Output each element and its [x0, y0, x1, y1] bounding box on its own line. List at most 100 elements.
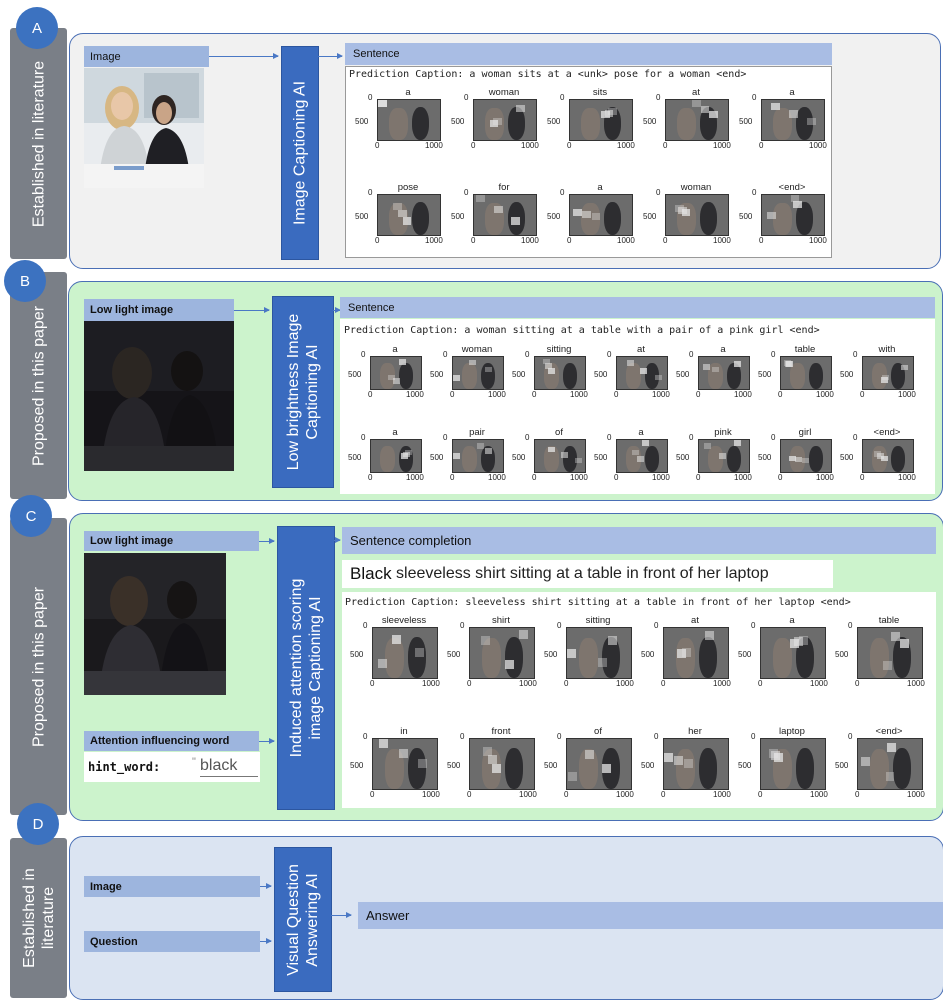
axis-tick-y0: 0	[525, 433, 530, 442]
axis-tick-x1000: 1000	[652, 390, 670, 399]
attention-cell: woman 0 500 0 1000	[430, 344, 510, 402]
ai-label-d-line1: Visual Question	[285, 863, 302, 976]
attention-map-thumbnail	[665, 194, 729, 236]
axis-tick-x0: 0	[375, 236, 380, 245]
attention-word: of	[594, 726, 602, 737]
axis-tick-y500: 500	[430, 453, 444, 463]
arrow-c3	[334, 537, 341, 543]
attention-map-thumbnail	[566, 738, 632, 790]
axis-tick-x0: 0	[696, 390, 701, 399]
attention-word: shirt	[492, 615, 510, 626]
axis-tick-x0: 0	[532, 473, 537, 482]
sidebar-section-c: Proposed in this paper	[10, 518, 67, 815]
attention-word: of	[555, 427, 563, 438]
ai-label-b-line2: Captioning AI	[304, 344, 321, 440]
sentence-completion-box: Black sleeveless shirt sitting at a tabl…	[342, 560, 833, 588]
axis-tick-x1000: 1000	[425, 141, 443, 150]
input-photo-a	[84, 68, 204, 188]
ai-label-c-line2: image Captioning AI	[307, 596, 324, 740]
axis-tick-x0: 0	[758, 679, 763, 688]
axis-tick-x0: 0	[759, 141, 764, 150]
attention-map-thumbnail	[698, 356, 750, 390]
axis-tick-x0: 0	[663, 141, 668, 150]
attention-map-thumbnail	[372, 738, 438, 790]
attention-word: her	[688, 726, 702, 737]
attention-cell: table 0 500 0 1000	[758, 344, 838, 402]
attention-word: <end>	[875, 726, 903, 737]
axis-tick-y500: 500	[348, 370, 362, 380]
axis-tick-y0: 0	[689, 433, 694, 442]
attention-word: a	[392, 427, 398, 438]
axis-tick-x0: 0	[564, 679, 569, 688]
ai-label-b: Low brightness Image Captioning AI	[284, 314, 322, 471]
axis-tick-y500: 500	[451, 212, 465, 221]
axis-tick-y0: 0	[460, 621, 465, 630]
attention-word: for	[498, 182, 510, 193]
axis-tick-y0: 0	[848, 621, 853, 630]
axis-tick-y0: 0	[525, 350, 530, 359]
attention-cell: woman 0 500 0 1000	[451, 87, 543, 153]
sidebar-section-a: Established in literature	[10, 28, 67, 259]
section-d-side-label-line2: literature	[39, 886, 57, 950]
ai-block-d: Visual Question Answering AI	[274, 847, 332, 992]
attention-map-thumbnail	[452, 356, 504, 390]
axis-tick-x0: 0	[375, 141, 380, 150]
axis-tick-x1000: 1000	[652, 473, 670, 482]
prediction-caption-c: Prediction Caption: sleeveless shirt sit…	[345, 597, 851, 608]
arrow-d2	[260, 938, 272, 944]
axis-tick-y0: 0	[557, 732, 562, 741]
question-label-d: Question	[84, 931, 260, 952]
attention-word: front	[491, 726, 511, 737]
axis-tick-x1000: 1000	[519, 679, 537, 688]
attention-cell: <end> 0 500 0 1000	[835, 726, 929, 802]
axis-tick-y0: 0	[771, 350, 776, 359]
hint-word-input[interactable]: black	[200, 757, 258, 777]
attention-word: a	[789, 87, 795, 98]
attention-cell: at 0 500 0 1000	[641, 615, 735, 691]
axis-tick-y0: 0	[560, 93, 565, 102]
axis-tick-x1000: 1000	[425, 236, 443, 245]
axis-tick-y500: 500	[676, 453, 690, 463]
axis-tick-y0: 0	[752, 188, 757, 197]
ai-block-c: Induced attention scoring image Captioni…	[277, 526, 335, 810]
axis-tick-x1000: 1000	[422, 790, 440, 799]
axis-tick-x0: 0	[370, 679, 375, 688]
prediction-caption-a: Prediction Caption: a woman sits at a <u…	[349, 69, 747, 80]
attention-cell: in 0 500 0 1000	[350, 726, 444, 802]
input-photo-c	[84, 553, 226, 695]
attention-word: a	[597, 182, 603, 193]
axis-tick-y0: 0	[853, 433, 858, 442]
attention-map-thumbnail	[862, 356, 914, 390]
ai-block-b: Low brightness Image Captioning AI	[272, 296, 334, 488]
arrow-a2	[318, 53, 343, 59]
attention-word: at	[637, 344, 645, 355]
axis-tick-x1000: 1000	[907, 790, 925, 799]
axis-tick-x0: 0	[696, 473, 701, 482]
axis-tick-y500: 500	[840, 370, 854, 380]
attention-cell: laptop 0 500 0 1000	[738, 726, 832, 802]
axis-tick-y500: 500	[738, 649, 752, 659]
axis-tick-x1000: 1000	[616, 790, 634, 799]
axis-tick-y500: 500	[643, 212, 657, 221]
answer-label-d: Answer	[358, 902, 943, 929]
axis-tick-x0: 0	[368, 390, 373, 399]
attention-map-thumbnail	[760, 738, 826, 790]
attention-word: sitting	[585, 615, 611, 626]
attention-cell: table 0 500 0 1000	[835, 615, 929, 691]
axis-tick-x1000: 1000	[617, 141, 635, 150]
axis-tick-x0: 0	[368, 473, 373, 482]
arrow-b1	[234, 307, 270, 313]
attention-cell: at 0 500 0 1000	[643, 87, 735, 153]
attention-word: laptop	[779, 726, 805, 737]
axis-tick-y500: 500	[758, 370, 772, 380]
axis-tick-y500: 500	[594, 370, 608, 380]
hint-word-key: hint_word:	[88, 760, 161, 774]
attention-cell: shirt 0 500 0 1000	[447, 615, 541, 691]
attention-word: sits	[592, 87, 608, 98]
attention-cell: for 0 500 0 1000	[451, 182, 543, 248]
attention-word: pink	[714, 427, 732, 438]
attention-map-thumbnail	[665, 99, 729, 141]
prediction-caption-b: Prediction Caption: a woman sitting at a…	[344, 325, 820, 336]
axis-tick-x0: 0	[661, 790, 666, 799]
axis-tick-y0: 0	[607, 433, 612, 442]
